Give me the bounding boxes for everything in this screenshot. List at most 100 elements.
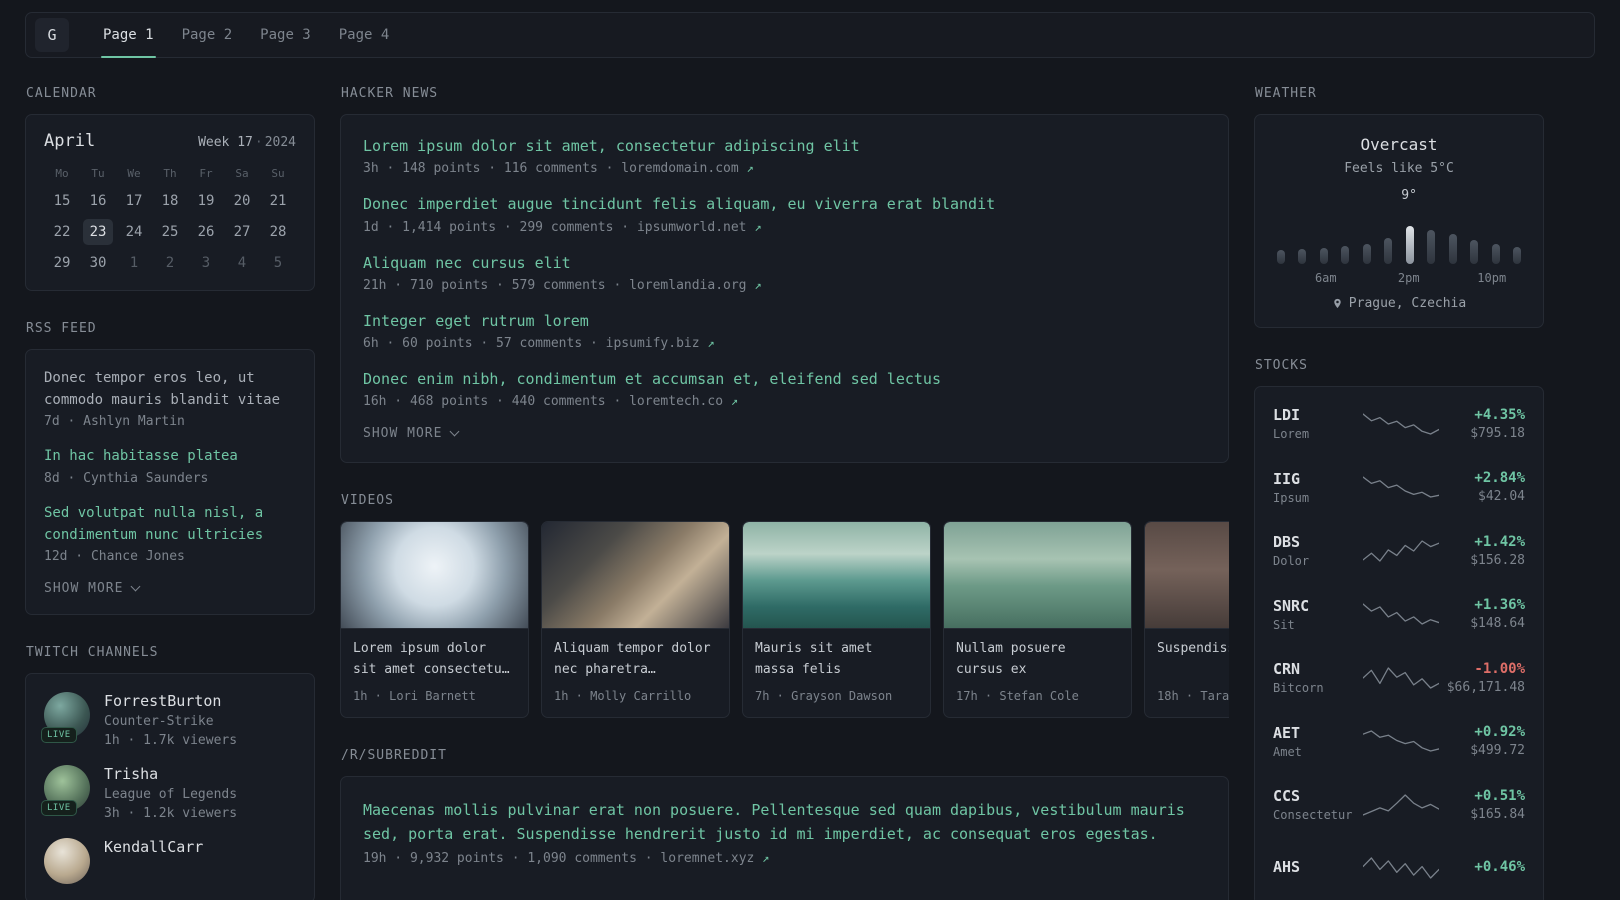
twitch-channel[interactable]: LIVE ForrestBurton Counter-Strike 1h · 1… — [41, 692, 296, 748]
hackernews-section-title: HACKER NEWS — [341, 86, 439, 101]
tab-page-3[interactable]: Page 3 — [246, 13, 325, 57]
rss-item[interactable]: Donec tempor eros leo, ut commodo mauris… — [44, 368, 296, 429]
twitch-list: LIVE ForrestBurton Counter-Strike 1h · 1… — [41, 692, 296, 885]
calendar-day[interactable]: 27 — [227, 219, 257, 245]
calendar-day[interactable]: 5 — [263, 250, 293, 276]
stock-row[interactable]: CRN Bitcorn -1.00% $66,171.48 — [1273, 646, 1525, 710]
video-card[interactable]: Mauris sit amet massa felis 7h · Grayson… — [742, 521, 931, 719]
video-meta: 18h · Tara — [1157, 689, 1229, 704]
rss-show-more-button[interactable]: SHOW MORE — [44, 581, 296, 596]
video-card[interactable]: Suspendisse diam 18h · Tara — [1144, 521, 1229, 719]
calendar-day[interactable]: 26 — [191, 219, 221, 245]
stock-symbol: SNRC — [1273, 596, 1310, 615]
live-badge: LIVE — [41, 727, 77, 744]
rss-item[interactable]: Sed volutpat nulla nisl, a condimentum n… — [44, 503, 296, 564]
hn-item[interactable]: Donec enim nibh, condimentum et accumsan… — [363, 369, 1206, 409]
weather-feels-like: Feels like 5°C — [1344, 161, 1454, 176]
stock-change: +1.42% — [1474, 533, 1525, 550]
stock-change: +0.92% — [1474, 724, 1525, 741]
calendar-dow-label: Tu — [91, 167, 105, 180]
video-card[interactable]: Lorem ipsum dolor sit amet consectetu… 1… — [340, 521, 529, 719]
twitch-channel[interactable]: KendallCarr — [44, 838, 296, 885]
rss-item-title[interactable]: In hac habitasse platea — [44, 446, 296, 468]
subreddit-post-title[interactable]: Maecenas mollis pulvinar erat non posuer… — [363, 798, 1206, 846]
calendar-day[interactable]: 4 — [227, 250, 257, 276]
hn-item-domain[interactable]: loremdomain.com — [621, 161, 738, 176]
video-body: Aliquam tempor dolor nec pharetra… 1h · … — [542, 629, 729, 717]
calendar-day-selected[interactable]: 23 — [83, 219, 113, 245]
stock-symbol: IIG — [1273, 469, 1301, 488]
stock-row[interactable]: LDI Lorem +4.35% $795.18 — [1273, 392, 1525, 456]
chevron-down-icon — [131, 581, 141, 592]
subreddit-post-domain[interactable]: loremnet.xyz — [660, 851, 754, 866]
hn-item-title[interactable]: Donec imperdiet augue tincidunt felis al… — [363, 194, 1206, 214]
stock-name: Amet — [1273, 744, 1302, 759]
calendar-day[interactable]: 15 — [47, 188, 77, 214]
tab-page-2[interactable]: Page 2 — [168, 13, 247, 57]
weather-section-title: WEATHER — [1255, 86, 1317, 101]
stock-row[interactable]: IIG Ipsum +2.84% $42.04 — [1273, 456, 1525, 520]
stock-name: Dolor — [1273, 554, 1310, 569]
hn-item-title[interactable]: Aliquam nec cursus elit — [363, 253, 1206, 273]
calendar-day[interactable]: 16 — [83, 188, 113, 214]
stock-price: $66,171.48 — [1446, 679, 1525, 695]
stock-row[interactable]: AET Amet +0.92% $499.72 — [1273, 710, 1525, 774]
external-link-icon: ↗ — [746, 161, 754, 176]
tab-page-4[interactable]: Page 4 — [325, 13, 404, 57]
video-card[interactable]: Aliquam tempor dolor nec pharetra… 1h · … — [541, 521, 730, 719]
rss-item-title[interactable]: Sed volutpat nulla nisl, a condimentum n… — [44, 503, 296, 546]
hn-item-title[interactable]: Donec enim nibh, condimentum et accumsan… — [363, 369, 1206, 389]
stock-name: Ipsum — [1273, 490, 1310, 505]
stock-row[interactable]: DBS Dolor +1.42% $156.28 — [1273, 519, 1525, 583]
calendar-day[interactable]: 22 — [47, 219, 77, 245]
hn-show-more-button[interactable]: SHOW MORE — [363, 426, 1206, 441]
video-card[interactable]: Nullam posuere cursus ex 17h · Stefan Co… — [943, 521, 1132, 719]
rss-item[interactable]: In hac habitasse platea 8d · Cynthia Sau… — [44, 446, 296, 486]
twitch-widget: TWITCH CHANNELS LIVE ForrestBurton Count… — [25, 645, 315, 900]
stock-row[interactable]: AHS +0.46% — [1273, 837, 1525, 900]
hn-item-title[interactable]: Integer eget rutrum lorem — [363, 311, 1206, 331]
weather-bar — [1512, 247, 1521, 264]
calendar-day[interactable]: 3 — [191, 250, 221, 276]
hn-item[interactable]: Integer eget rutrum lorem 6h · 60 points… — [363, 311, 1206, 351]
hn-item-domain[interactable]: ipsumify.biz — [606, 336, 700, 351]
channel-viewers: 1h · 1.7k viewers — [104, 733, 238, 749]
dashboard-grid: CALENDAR April Week 17 · 2024 Mo Tu We Th Fr Sa… — [25, 86, 1595, 900]
hn-item-domain[interactable]: loremtech.co — [629, 394, 723, 409]
tab-page-1[interactable]: Page 1 — [89, 13, 168, 58]
calendar-day[interactable]: 28 — [263, 219, 293, 245]
hn-item[interactable]: Donec imperdiet augue tincidunt felis al… — [363, 194, 1206, 234]
stock-row[interactable]: SNRC Sit +1.36% $148.64 — [1273, 583, 1525, 647]
stock-symbol-block: SNRC Sit — [1273, 597, 1363, 632]
calendar-day[interactable]: 1 — [119, 250, 149, 276]
calendar-day[interactable]: 18 — [155, 188, 185, 214]
calendar-day[interactable]: 17 — [119, 188, 149, 214]
subreddit-widget: /R/SUBREDDIT Maecenas mollis pulvinar er… — [340, 748, 1229, 900]
stock-price: $156.28 — [1470, 552, 1525, 568]
hn-item-title[interactable]: Lorem ipsum dolor sit amet, consectetur … — [363, 136, 1206, 156]
calendar-header: April Week 17 · 2024 — [44, 131, 296, 151]
avatar: LIVE — [41, 765, 90, 817]
calendar-day[interactable]: 20 — [227, 188, 257, 214]
hn-item-meta: 6h · 60 points · 57 comments · ipsumify.… — [363, 336, 715, 351]
calendar-day[interactable]: 30 — [83, 250, 113, 276]
hn-item-domain[interactable]: loremlandia.org — [629, 278, 746, 293]
stock-row[interactable]: CCS Consectetur +0.51% $165.84 — [1273, 773, 1525, 837]
calendar-day[interactable]: 2 — [155, 250, 185, 276]
hn-item[interactable]: Aliquam nec cursus elit 21h · 710 points… — [363, 253, 1206, 293]
channel-info: ForrestBurton Counter-Strike 1h · 1.7k v… — [104, 692, 237, 748]
hn-item-domain[interactable]: ipsumworld.net — [637, 220, 747, 235]
stock-symbol-block: LDI Lorem — [1273, 406, 1363, 441]
rss-item-title[interactable]: Donec tempor eros leo, ut commodo mauris… — [44, 368, 296, 411]
calendar-dow-label: Sa — [235, 167, 249, 180]
calendar-day[interactable]: 25 — [155, 219, 185, 245]
calendar-day[interactable]: 21 — [263, 188, 293, 214]
stock-change: +4.35% — [1474, 406, 1525, 423]
calendar-day[interactable]: 24 — [119, 219, 149, 245]
hn-item[interactable]: Lorem ipsum dolor sit amet, consectetur … — [363, 136, 1206, 176]
calendar-day[interactable]: 29 — [47, 250, 77, 276]
calendar-day[interactable]: 19 — [191, 188, 221, 214]
twitch-channel[interactable]: LIVE Trisha League of Legends 3h · 1.2k … — [41, 765, 296, 821]
calendar-month: April — [44, 131, 96, 151]
weather-chart: 9° 6am 2pm 10pm — [1273, 186, 1525, 286]
